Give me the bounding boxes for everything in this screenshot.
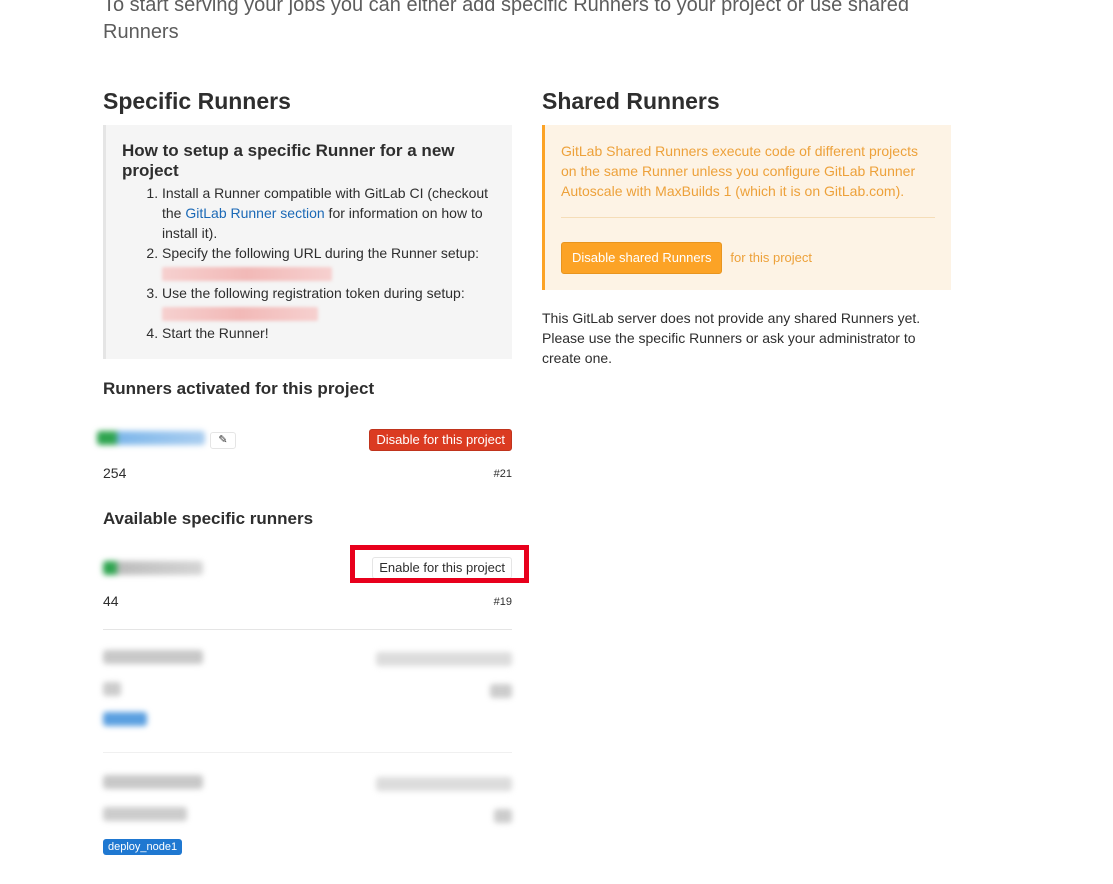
gitlab-runner-section-link[interactable]: GitLab Runner section <box>185 205 324 221</box>
runner-name-redacted <box>103 775 203 789</box>
setup-step-3: Use the following registration token dur… <box>162 283 496 323</box>
intro-text: To start serving your jobs you can eithe… <box>103 0 909 43</box>
available-runner-item-blurred <box>103 630 512 752</box>
highlight-box <box>350 545 529 583</box>
setup-instructions-title: How to setup a specific Runner for a new… <box>122 141 455 180</box>
setup-step-1: Install a Runner compatible with GitLab … <box>162 183 496 243</box>
enable-runner-button-blurred[interactable] <box>376 652 512 666</box>
runner-number-blurred <box>490 684 512 698</box>
shared-runners-info-box: GitLab Shared Runners execute code of di… <box>542 125 951 290</box>
runner-name-redacted[interactable] <box>97 431 205 445</box>
available-runners-title: Available specific runners <box>103 509 314 528</box>
shared-runners-info: GitLab Shared Runners execute code of di… <box>561 143 918 199</box>
for-this-project-label: for this project <box>730 250 813 265</box>
shared-runners-title: Shared Runners <box>542 88 720 114</box>
runner-id: 254 <box>103 465 127 481</box>
activated-runners-title: Runners activated for this project <box>103 379 375 398</box>
no-shared-runners-note: This GitLab server does not provide any … <box>542 310 921 366</box>
runner-id: 44 <box>103 593 119 609</box>
setup-instructions-box: How to setup a specific Runner for a new… <box>103 125 512 359</box>
runner-name-redacted <box>103 650 203 664</box>
runner-tag-blurred <box>103 712 147 726</box>
setup-step-2: Specify the following URL during the Run… <box>162 243 496 283</box>
available-runner-item-blurred: deploy_node1 <box>103 753 512 863</box>
divider <box>561 217 935 218</box>
runner-name-redacted[interactable] <box>103 561 203 575</box>
disable-runner-button[interactable]: Disable for this project <box>369 429 512 451</box>
specific-runners-title: Specific Runners <box>103 88 291 114</box>
redacted-token <box>162 307 318 322</box>
enable-runner-button-blurred[interactable] <box>376 777 512 791</box>
setup-step-4: Start the Runner! <box>162 323 496 343</box>
runner-number: #21 <box>493 468 512 480</box>
runner-id-blurred <box>103 807 187 821</box>
edit-icon[interactable]: ✎ <box>210 432 236 449</box>
runner-number-blurred <box>494 809 512 823</box>
runner-number: #19 <box>493 596 512 608</box>
disable-shared-runners-button[interactable]: Disable shared Runners <box>561 242 723 274</box>
shared-runners-column: Shared Runners GitLab Shared Runners exe… <box>542 88 951 368</box>
activated-runner-item: ✎ Disable for this project 254 #21 <box>97 429 512 489</box>
available-runner-item: Enable for this project 44 #19 <box>103 545 529 629</box>
setup-steps-list: Install a Runner compatible with GitLab … <box>122 183 496 343</box>
runner-id-blurred <box>103 682 121 696</box>
specific-runners-column: Specific Runners How to setup a specific… <box>97 88 529 863</box>
runner-tag: deploy_node1 <box>103 839 183 855</box>
redacted-url <box>162 267 332 282</box>
